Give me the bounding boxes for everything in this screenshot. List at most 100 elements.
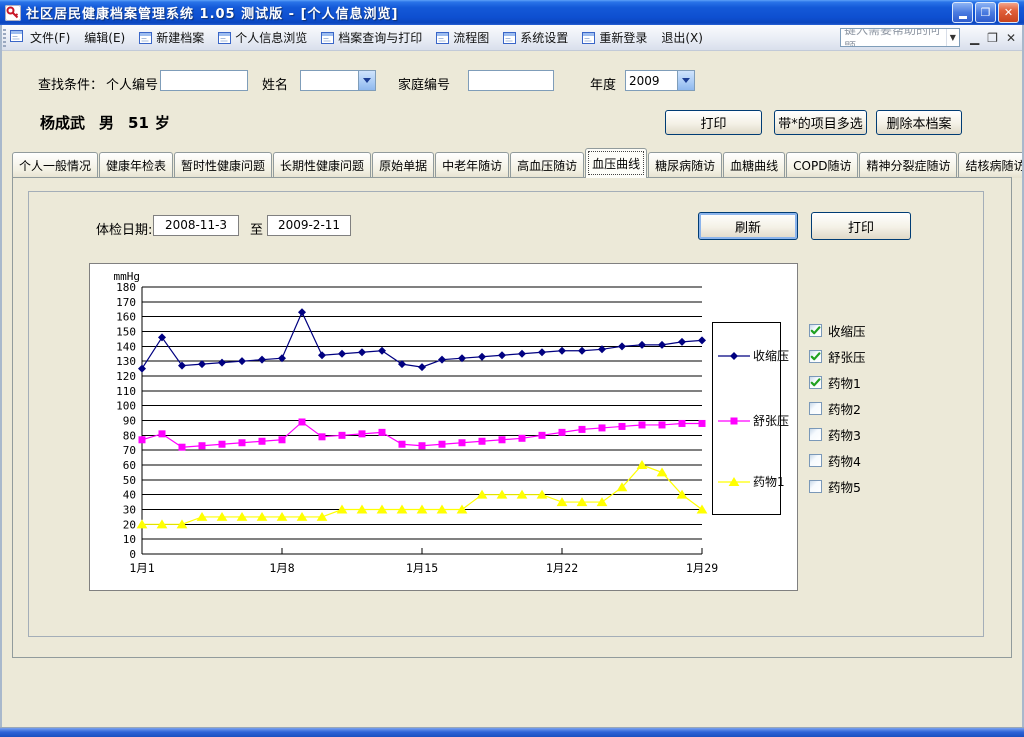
series-checkbox-row: 药物4 [809,451,861,470]
exam-date-label: 体检日期: [96,219,152,238]
menu-item[interactable]: 个人信息浏览 [211,26,314,49]
form-icon [436,32,449,44]
svg-text:1月1: 1月1 [129,561,154,575]
delete-record-button[interactable]: 删除本档案 [876,110,962,135]
tab-11[interactable]: 精神分裂症随访 [859,152,957,178]
name-combo[interactable] [300,70,376,91]
date-from-input[interactable]: 2008-11-3 [153,215,239,236]
series-checkbox-label: 药物1 [828,373,861,392]
close-button[interactable]: ✕ [998,2,1019,23]
x-axis: 1月11月81月151月221月29 [129,548,718,575]
svg-text:140: 140 [116,340,136,353]
menu-item-label: 退出(X) [661,29,703,46]
patient-name: 杨成武 [40,114,85,132]
name-label: 姓名 [262,74,288,93]
personal-id-input[interactable] [160,70,248,91]
mdi-close-button[interactable]: ✕ [1006,31,1016,45]
chevron-down-icon[interactable] [677,71,694,90]
tab-6[interactable]: 高血压随访 [510,152,584,178]
series-checkbox-row: 收缩压 [809,321,866,340]
tab-2[interactable]: 暂时性健康问题 [174,152,272,178]
menu-item[interactable]: 新建档案 [132,26,211,49]
tab-4[interactable]: 原始单据 [372,152,434,178]
svg-text:药物1: 药物1 [753,475,785,489]
svg-text:1月15: 1月15 [406,561,438,575]
restore-button[interactable]: ❐ [975,2,996,23]
form-icon [582,32,595,44]
y-axis-unit-label: mmHg [114,270,141,283]
tab-3[interactable]: 长期性健康问题 [273,152,371,178]
family-id-input[interactable] [468,70,554,91]
tab-strip: 个人一般情况健康年检表暂时性健康问题长期性健康问题原始单据中老年随访高血压随访血… [12,148,1012,178]
checked-checkbox[interactable] [809,324,822,337]
unchecked-checkbox[interactable] [809,480,822,493]
mdi-restore-button[interactable]: ❐ [987,31,998,45]
patient-age: 51 [128,114,149,132]
print-chart-button[interactable]: 打印 [811,212,911,240]
year-combo[interactable]: 2009 [625,70,695,91]
series-checkbox-row: 舒张压 [809,347,866,366]
help-search-input[interactable]: 键入需要帮助的问题 ▼ [840,28,960,47]
series-diastolic [139,418,706,450]
svg-text:60: 60 [123,459,136,472]
svg-text:160: 160 [116,311,136,324]
tab-10[interactable]: COPD随访 [786,152,858,178]
window-title: 社区居民健康档案管理系统 1.05 测试版 - [个人信息浏览] [26,3,398,22]
series-systolic [138,308,706,372]
tab-5[interactable]: 中老年随访 [435,152,509,178]
patient-summary: 杨成武男51岁 [40,112,184,133]
menu-item[interactable]: 系统设置 [496,26,575,49]
tab-0[interactable]: 个人一般情况 [12,152,98,178]
refresh-button[interactable]: 刷新 [698,212,798,240]
svg-text:10: 10 [123,533,136,546]
svg-text:舒张压: 舒张压 [753,414,789,428]
chevron-down-icon[interactable]: ▼ [946,29,959,46]
unchecked-checkbox[interactable] [809,428,822,441]
check-icon [809,324,822,337]
menu-item[interactable]: 重新登录 [575,26,654,49]
svg-text:110: 110 [116,385,136,398]
series-checkbox-label: 收缩压 [828,321,866,340]
date-to-input[interactable]: 2009-2-11 [267,215,351,236]
svg-text:0: 0 [129,548,136,561]
svg-text:30: 30 [123,504,136,517]
tab-8[interactable]: 糖尿病随访 [648,152,722,178]
menu-item-label: 个人信息浏览 [235,29,307,46]
svg-text:40: 40 [123,489,136,502]
minimize-button[interactable] [952,2,973,23]
svg-text:100: 100 [116,400,136,413]
menu-item-label: 重新登录 [599,29,647,46]
personal-id-label: 个人编号 [106,74,158,93]
menu-item[interactable]: 文件(F) [23,26,77,49]
menu-item[interactable]: 退出(X) [654,26,710,49]
tab-9[interactable]: 血糖曲线 [723,152,785,178]
checked-checkbox[interactable] [809,350,822,363]
series-checkbox-label: 舒张压 [828,347,866,366]
multi-select-button[interactable]: 带*的项目多选 [774,110,867,135]
checked-checkbox[interactable] [809,376,822,389]
toolbar-grip[interactable] [3,29,6,47]
svg-text:120: 120 [116,370,136,383]
tab-7[interactable]: 血压曲线 [585,148,647,178]
to-label: 至 [250,219,263,238]
menu-item-label: 编辑(E) [84,29,125,46]
mdi-minimize-button[interactable]: ▁ [970,31,979,45]
app-icon [5,5,21,21]
series-checkbox-row: 药物3 [809,425,861,444]
series-checkbox-label: 药物3 [828,425,861,444]
unchecked-checkbox[interactable] [809,454,822,467]
tab-12[interactable]: 结核病随访 [958,152,1024,178]
form-icon [321,32,334,44]
chevron-down-icon[interactable] [358,71,375,90]
blood-pressure-curve-page: 体检日期: 2008-11-3 至 2009-2-11 刷新 打印 010203… [12,177,1012,658]
print-button[interactable]: 打印 [665,110,762,135]
series-checkbox-row: 药物5 [809,477,861,496]
tab-1[interactable]: 健康年检表 [99,152,173,178]
menu-item[interactable]: 档案查询与打印 [314,26,429,49]
menu-item[interactable]: 编辑(E) [77,26,132,49]
window-border-left [0,25,2,727]
unchecked-checkbox[interactable] [809,402,822,415]
menu-item[interactable]: 流程图 [429,26,496,49]
menu-item-label: 档案查询与打印 [338,29,422,46]
window-border-bottom [0,727,1024,737]
